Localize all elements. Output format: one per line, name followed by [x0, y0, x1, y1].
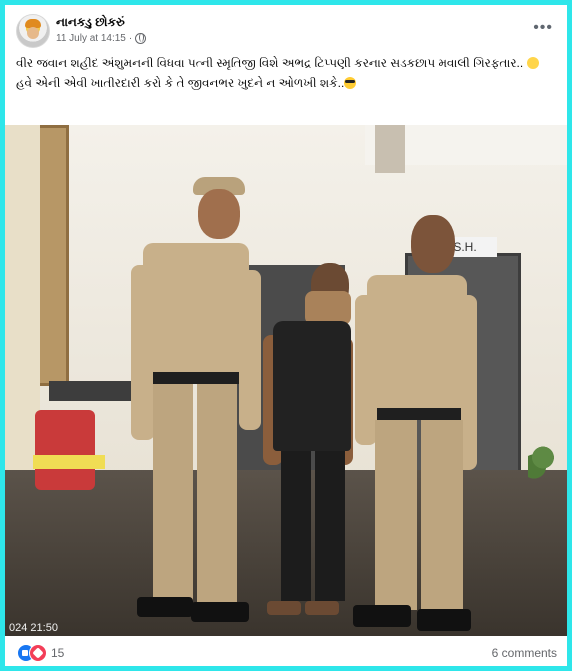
author-name[interactable]: નાનકડુ છોકરું: [56, 15, 125, 30]
post-text: વીર જવાન શહીદ અંશુમનની વિધવા પત્ની સ્મૃત…: [16, 53, 556, 93]
post-line-1: વીર જવાન શહીદ અંશુમનની વિધવા પત્ની સ્મૃત…: [16, 56, 524, 70]
post-meta: 11 July at 14:15 ·: [56, 33, 147, 44]
avatar[interactable]: [16, 14, 50, 48]
globe-icon: [135, 33, 147, 44]
more-options-icon[interactable]: •••: [533, 19, 553, 37]
reaction-count[interactable]: 15: [51, 646, 64, 660]
post-footer: 15 6 comments: [5, 640, 567, 666]
post-card: નાનકડુ છોકરું 11 July at 14:15 · ••• વીર…: [5, 5, 567, 666]
face-with-rolling-eyes-emoji: [526, 57, 539, 69]
smiling-face-with-sunglasses-emoji: [344, 77, 357, 89]
love-reaction-icon[interactable]: [29, 644, 47, 662]
comments-link[interactable]: 6 comments: [492, 646, 557, 660]
post-date[interactable]: 11 July at 14:15: [56, 33, 126, 44]
post-line-2: હવે એની એવી ખાતીરદારી કરો કે તે જીવનભર ખ…: [16, 76, 345, 90]
post-photo[interactable]: S.H. 024 21:50: [5, 125, 567, 636]
meta-separator: ·: [128, 33, 133, 44]
post-header: નાનકડુ છોકરું 11 July at 14:15 · •••: [5, 5, 567, 49]
photo-timestamp: 024 21:50: [9, 622, 58, 634]
